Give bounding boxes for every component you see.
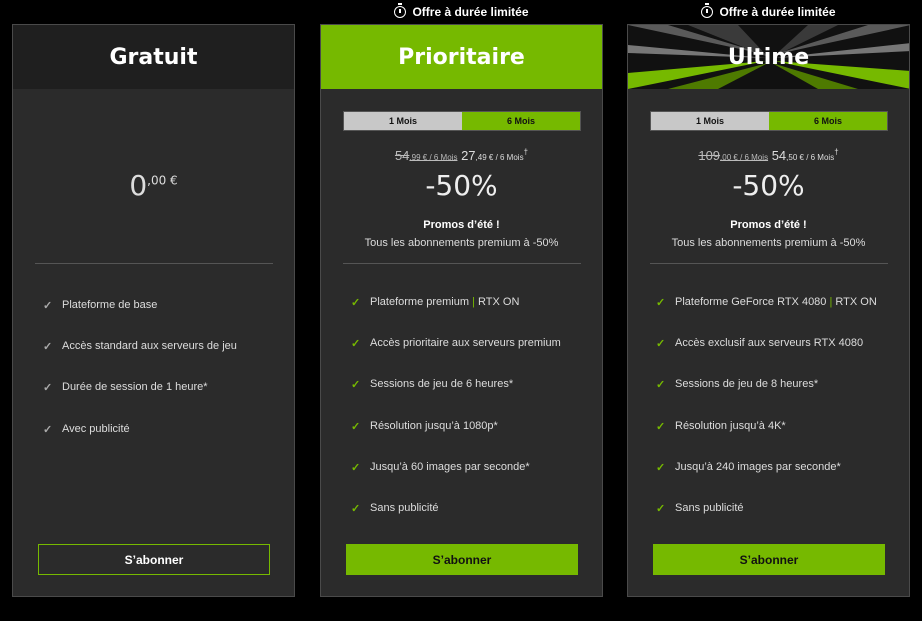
toggle-1-month[interactable]: 1 Mois: [651, 112, 769, 130]
check-icon: ✓: [351, 379, 361, 392]
new-price: 54,50 € / 6 Mois†: [771, 148, 839, 164]
toggle-1-month[interactable]: 1 Mois: [344, 112, 462, 130]
limited-offer-banner: Offre à durée limitée: [320, 3, 603, 19]
feature-item: ✓ Accès prioritaire aux serveurs premium: [351, 337, 561, 351]
check-icon: ✓: [656, 338, 666, 351]
price-line: 109,00 € / 6 Mois 54,50 € / 6 Mois†: [628, 148, 909, 163]
feature-item: ✓ Jusqu’à 60 images par seconde*: [351, 460, 530, 474]
plan-card-free: Gratuit 0,00 € ✓ Plateforme de base ✓ Accè…: [12, 24, 295, 597]
plan-header: Gratuit: [13, 25, 294, 89]
feature-item: ✓ Accès exclusif aux serveurs RTX 4080: [656, 337, 864, 351]
feature-item: ✓ Sessions de jeu de 8 heures*: [656, 378, 819, 392]
feature-list: ✓ Plateforme GeForce RTX 4080 | RTX ON ✓ A…: [656, 296, 899, 543]
check-icon: ✓: [656, 502, 666, 515]
feature-item: ✓ Jusqu’à 240 images par seconde*: [656, 460, 841, 474]
promo-subtitle: Tous les abonnements premium à -50%: [671, 237, 866, 249]
feature-item: ✓ Sans publicité: [351, 501, 439, 515]
subscribe-button[interactable]: S’abonner: [346, 544, 578, 575]
billing-period-toggle: 1 Mois 6 Mois: [343, 111, 581, 131]
feature-item: ✓ Durée de session de 1 heure*: [43, 381, 208, 395]
plan-header: Ultime: [628, 25, 909, 89]
feature-item: ✓ Résolution jusqu’à 1080p*: [351, 419, 498, 433]
discount-label: -50%: [732, 169, 805, 202]
divider: [650, 263, 888, 264]
subscribe-button[interactable]: S’abonner: [653, 544, 885, 575]
check-icon: ✓: [351, 297, 361, 309]
plan-title: Gratuit: [109, 44, 198, 70]
feature-item: ✓ Accès standard aux serveurs de jeu: [43, 340, 237, 354]
stopwatch-icon: [701, 3, 714, 18]
check-icon: ✓: [351, 420, 361, 433]
check-icon: ✓: [43, 300, 53, 312]
feature-item: ✓ Plateforme GeForce RTX 4080 | RTX ON: [656, 296, 877, 309]
toggle-6-months[interactable]: 6 Mois: [462, 112, 580, 130]
discount-label: -50%: [425, 169, 498, 202]
check-icon: ✓: [43, 423, 53, 436]
price-line: 54,99 € / 6 Mois 27,49 € / 6 Mois†: [321, 148, 602, 163]
check-icon: ✓: [656, 461, 666, 474]
feature-list: ✓ Plateforme premium | RTX ON ✓ Accès prio…: [351, 296, 592, 543]
limited-offer-label: Offre à durée limitée: [412, 5, 529, 19]
promo-subtitle: Tous les abonnements premium à -50%: [364, 237, 559, 249]
subscribe-button[interactable]: S’abonner: [38, 544, 270, 575]
plan-title: Ultime: [727, 44, 810, 70]
stopwatch-icon: [394, 3, 407, 18]
check-icon: ✓: [43, 382, 53, 395]
divider: [35, 263, 273, 264]
feature-item: ✓ Sessions de jeu de 6 heures*: [351, 378, 514, 392]
feature-item: ✓ Plateforme de base: [43, 299, 158, 312]
old-price: 54,99 € / 6 Mois: [394, 148, 458, 164]
promo-title: Promos d’été !: [423, 219, 500, 231]
check-icon: ✓: [656, 420, 666, 433]
feature-item: ✓ Résolution jusqu’à 4K*: [656, 419, 786, 433]
feature-item: ✓ Plateforme premium | RTX ON: [351, 296, 520, 309]
limited-offer-banner: Offre à durée limitée: [627, 3, 910, 19]
plan-header: Prioritaire: [321, 25, 602, 89]
check-icon: ✓: [351, 461, 361, 474]
check-icon: ✓: [656, 297, 666, 309]
old-price: 109,00 € / 6 Mois: [698, 148, 769, 164]
plan-price: 0,00 €: [129, 169, 178, 202]
check-icon: ✓: [43, 341, 53, 354]
billing-period-toggle: 1 Mois 6 Mois: [650, 111, 888, 131]
feature-list: ✓ Plateforme de base ✓ Accès standard aux …: [43, 299, 284, 464]
check-icon: ✓: [351, 338, 361, 351]
toggle-6-months[interactable]: 6 Mois: [769, 112, 887, 130]
plan-card-ultimate: Ultime 1 Mois 6 Mois 109,00 € / 6 Mois 5…: [627, 24, 910, 597]
plan-title: Prioritaire: [398, 44, 525, 70]
new-price: 27,49 € / 6 Mois†: [461, 148, 529, 164]
limited-offer-label: Offre à durée limitée: [719, 5, 836, 19]
feature-item: ✓ Sans publicité: [656, 501, 744, 515]
check-icon: ✓: [656, 379, 666, 392]
feature-item: ✓ Avec publicité: [43, 422, 130, 436]
plan-card-priority: Prioritaire 1 Mois 6 Mois 54,99 € / 6 Mo…: [320, 24, 603, 597]
promo-title: Promos d’été !: [730, 219, 807, 231]
divider: [343, 263, 581, 264]
check-icon: ✓: [351, 502, 361, 515]
